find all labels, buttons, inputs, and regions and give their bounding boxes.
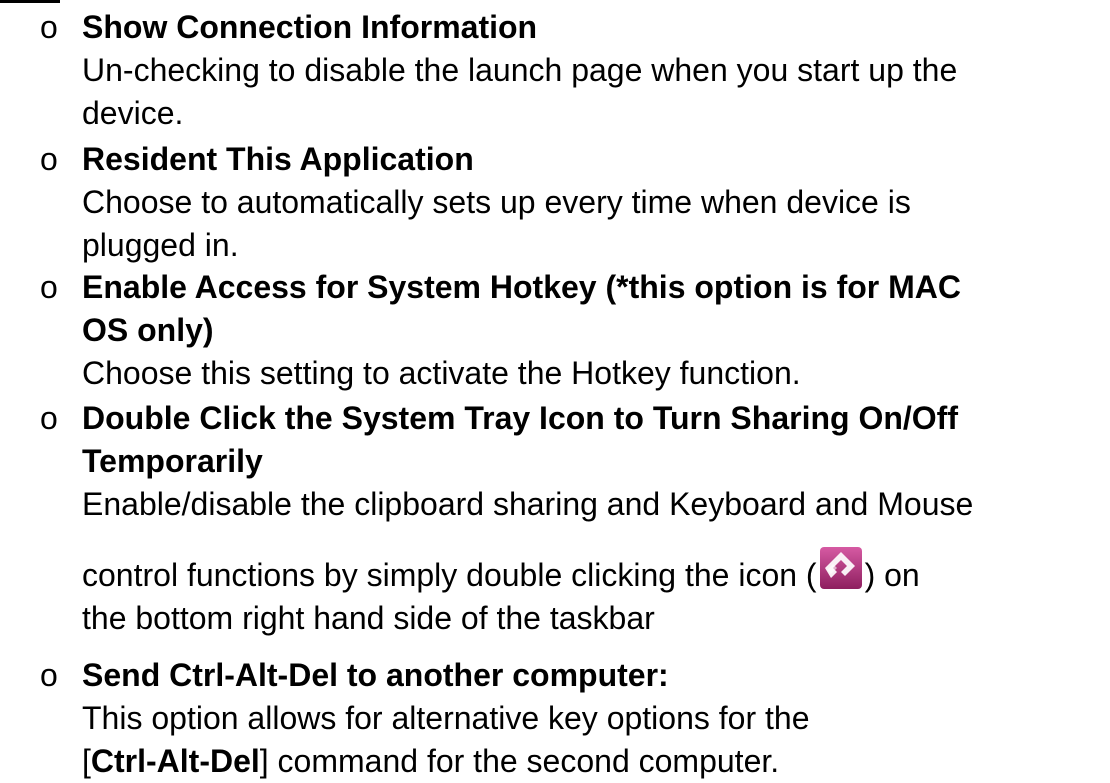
bullet: o <box>40 269 58 305</box>
item-heading: Send Ctrl-Alt-Del to another computer: <box>82 657 669 693</box>
item-heading: Enable Access for System Hotkey (*this o… <box>82 269 961 305</box>
item-description: the bottom right hand side of the taskba… <box>82 600 655 636</box>
item-heading: OS only) <box>82 312 214 348</box>
item-heading: Show Connection Information <box>82 9 538 45</box>
item-description: This option allows for alternative key o… <box>82 700 810 736</box>
list-item-content: Enable Access for System Hotkey (*this o… <box>82 266 1098 395</box>
item-heading: Resident This Application <box>82 141 474 177</box>
list-item-content: Show Connection Information Un-checking … <box>82 6 1098 135</box>
sharing-app-icon <box>819 546 863 590</box>
item-description: Choose to automatically sets up every ti… <box>82 184 911 220</box>
top-rule <box>0 0 60 3</box>
bullet: o <box>40 400 58 436</box>
bullet: o <box>40 657 58 693</box>
item-description: plugged in. <box>82 227 239 263</box>
list-item-content: Send Ctrl-Alt-Del to another computer: T… <box>82 654 1098 783</box>
item-description-with-icon: control functions by simply double click… <box>82 546 1098 597</box>
bullet: o <box>40 9 58 45</box>
item-description: [Ctrl-Alt-Del] command for the second co… <box>82 740 1098 783</box>
item-description: Enable/disable the clipboard sharing and… <box>82 486 974 522</box>
item-heading: Double Click the System Tray Icon to Tur… <box>82 400 958 436</box>
bracket-open: [ <box>82 743 91 779</box>
bullet: o <box>40 141 58 177</box>
item-description: device. <box>82 95 184 131</box>
description-text: control functions by simply double click… <box>82 557 817 593</box>
item-description: Choose this setting to activate the Hotk… <box>82 355 801 391</box>
item-description: Un-checking to disable the launch page w… <box>82 52 958 88</box>
list-item-content: Resident This Application Choose to auto… <box>82 138 1098 267</box>
item-heading: Temporarily <box>82 443 263 479</box>
description-text: ) on <box>864 557 920 593</box>
key-combo: Ctrl-Alt-Del <box>90 743 260 779</box>
list-item-content: Double Click the System Tray Icon to Tur… <box>82 397 1098 640</box>
description-text: ] command for the second computer. <box>259 743 780 779</box>
